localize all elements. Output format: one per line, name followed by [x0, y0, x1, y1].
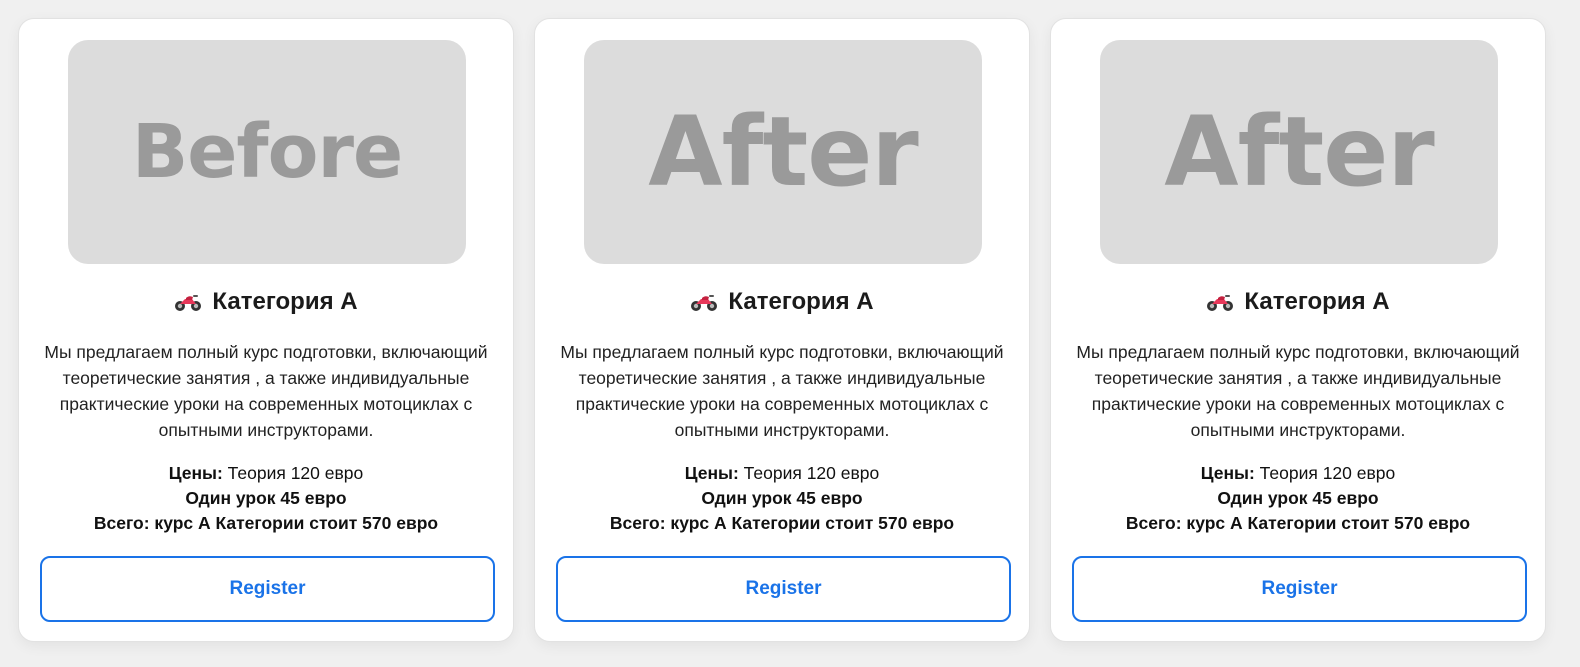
prices-theory: Теория 120 евро — [1254, 463, 1396, 483]
total-price: Всего: курс А Категории стоит 570 евро — [1125, 513, 1471, 533]
motorcycle-icon — [175, 295, 202, 311]
card-image-placeholder: After — [584, 40, 982, 264]
card-prices: Цены: Теория 120 евро Один урок 45 евро … — [29, 461, 503, 536]
register-button[interactable]: Register — [556, 556, 1011, 622]
course-cards: Before Категория А Мы предлагаем полный … — [0, 0, 1580, 667]
card-description: Мы предлагаем полный курс подготовки, вк… — [1076, 342, 1520, 440]
card-prices: Цены: Теория 120 евро Один урок 45 евро … — [1061, 461, 1535, 536]
total-price: Всего: курс А Категории стоит 570 евро — [609, 513, 955, 533]
prices-line: Цены: Теория 120 евро — [545, 461, 1019, 486]
total-price: Всего: курс А Категории стоит 570 евро — [93, 513, 439, 533]
prices-theory: Теория 120 евро — [738, 463, 880, 483]
lesson-price: Один урок 45 евро — [701, 488, 863, 508]
motorcycle-icon — [691, 295, 718, 311]
course-card: After Категория А Мы предлагаем полный к… — [534, 18, 1030, 642]
prices-line: Цены: Теория 120 евро — [1061, 461, 1535, 486]
lesson-price: Один урок 45 евро — [1217, 488, 1379, 508]
card-description: Мы предлагаем полный курс подготовки, вк… — [560, 342, 1004, 440]
card-title: Категория А — [19, 285, 513, 319]
prices-theory: Теория 120 евро — [222, 463, 364, 483]
card-prices: Цены: Теория 120 евро Один урок 45 евро … — [545, 461, 1019, 536]
register-button[interactable]: Register — [1072, 556, 1527, 622]
card-image-label: After — [648, 96, 918, 208]
prices-label: Цены: — [684, 463, 739, 483]
card-title-text: Категория А — [212, 288, 358, 315]
card-title: Категория А — [535, 285, 1029, 319]
course-card: Before Категория А Мы предлагаем полный … — [18, 18, 514, 642]
prices-line: Цены: Теория 120 евро — [29, 461, 503, 486]
card-description: Мы предлагаем полный курс подготовки, вк… — [44, 342, 488, 440]
card-image-label: After — [1164, 96, 1434, 208]
prices-label: Цены: — [1200, 463, 1255, 483]
lesson-price: Один урок 45 евро — [185, 488, 347, 508]
card-image-label: Before — [131, 109, 403, 195]
register-button[interactable]: Register — [40, 556, 495, 622]
card-title: Категория А — [1051, 285, 1545, 319]
card-image-placeholder: After — [1100, 40, 1498, 264]
card-title-text: Категория А — [1244, 288, 1390, 315]
prices-label: Цены: — [168, 463, 223, 483]
course-card: After Категория А Мы предлагаем полный к… — [1050, 18, 1546, 642]
card-image-placeholder: Before — [68, 40, 466, 264]
card-title-text: Категория А — [728, 288, 874, 315]
motorcycle-icon — [1207, 295, 1234, 311]
